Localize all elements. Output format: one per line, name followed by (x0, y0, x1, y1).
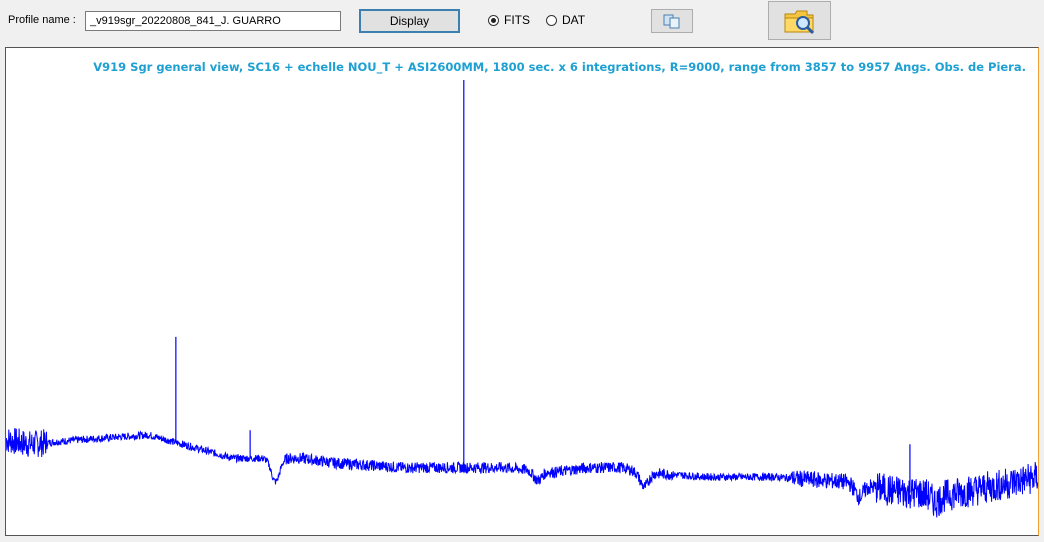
plot-title: V919 Sgr general view, SC16 + echelle NO… (93, 60, 1026, 74)
spectrum-chart (6, 80, 1038, 518)
fits-radio-dot[interactable] (488, 14, 499, 26)
display-button[interactable]: Display (359, 9, 460, 33)
fits-radio-label: FITS (504, 13, 530, 27)
dat-radio[interactable]: DAT (546, 13, 585, 27)
profile-name-label: Profile name : (8, 14, 76, 26)
profile-name-input[interactable] (85, 11, 341, 31)
spectrum-line (6, 427, 1038, 518)
dat-radio-dot[interactable] (546, 14, 557, 26)
copy-button[interactable] (651, 9, 693, 33)
toolbar: Profile name : Display FITS DAT (0, 0, 1044, 44)
spectrum-plot[interactable]: V919 Sgr general view, SC16 + echelle NO… (5, 47, 1039, 536)
dat-radio-label: DAT (562, 13, 586, 27)
open-folder-button[interactable] (768, 1, 831, 40)
folder-search-icon (784, 10, 814, 34)
fits-radio[interactable]: FITS (488, 13, 530, 27)
copy-icon (663, 14, 680, 29)
